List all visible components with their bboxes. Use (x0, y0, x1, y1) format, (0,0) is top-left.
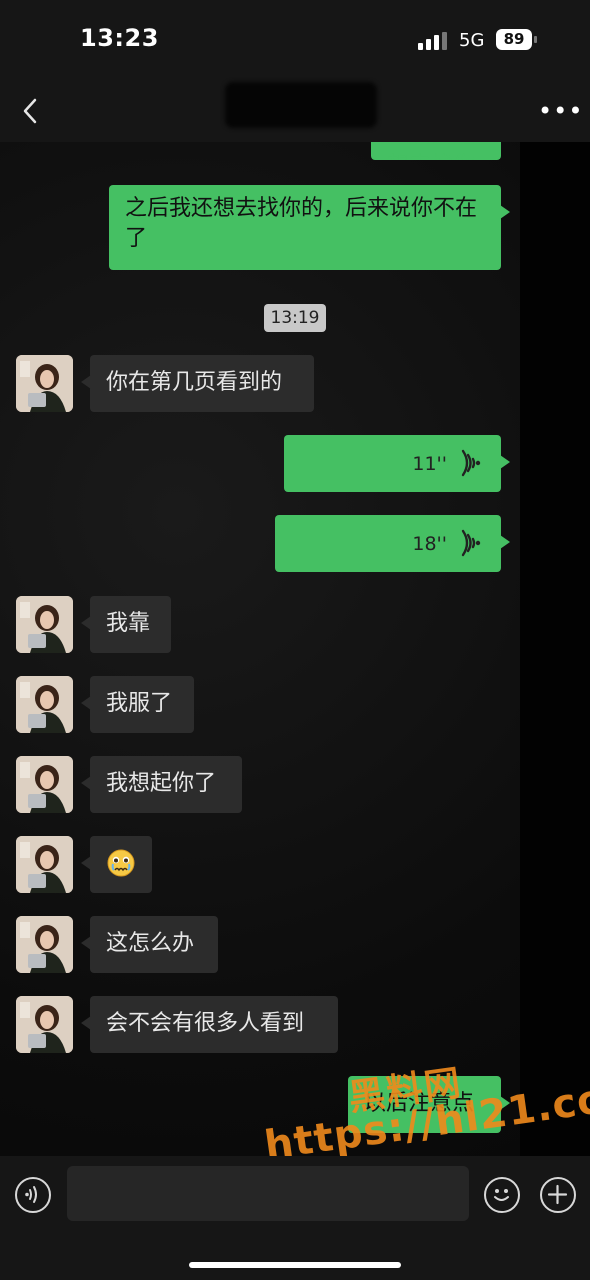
message-text: 我服了 (106, 691, 173, 716)
voice-input-icon[interactable] (15, 1177, 51, 1213)
message-bubble-received[interactable]: 我想起你了 (81, 756, 242, 813)
pleading-face-emoji (107, 849, 135, 877)
message-text: 这怎么办 (106, 931, 195, 956)
avatar-image (16, 996, 73, 1053)
message-list[interactable]: 之后我还想去找你的， 之后我还想去找你的，后来说你不在了 13:19 你在第几页… (0, 142, 590, 1156)
more-dots-icon[interactable]: ••• (538, 99, 583, 123)
avatar-image (16, 756, 73, 813)
message-bubble-received[interactable] (81, 836, 152, 893)
input-bar (0, 1156, 590, 1280)
voice-wave-icon (461, 449, 481, 477)
message-text: 会不会有很多人看到 (106, 1011, 305, 1036)
status-time: 13:23 (80, 24, 159, 52)
avatar-image (16, 836, 73, 893)
battery-tip (534, 36, 537, 43)
message-bubble-sent[interactable]: 之后我还想去找你的，后来说你不在了 (109, 185, 510, 270)
avatar-image (16, 355, 73, 412)
signal-icon (418, 32, 448, 50)
contact-name-redacted (225, 82, 377, 128)
voice-duration: 18'' (412, 533, 447, 555)
network-type: 5G (459, 30, 485, 51)
home-indicator[interactable] (189, 1262, 401, 1268)
battery-indicator: 89 (496, 29, 532, 50)
message-text: 我靠 (106, 611, 151, 636)
avatar[interactable] (16, 355, 73, 412)
message-bubble-received[interactable]: 你在第几页看到的 (81, 355, 314, 412)
message-bubble-received[interactable]: 这怎么办 (81, 916, 218, 973)
message-text: 我想起你了 (106, 771, 217, 796)
voice-message[interactable]: 11'' (284, 435, 510, 492)
message-bubble-received[interactable]: 我靠 (81, 596, 171, 653)
voice-wave-icon (461, 529, 481, 557)
avatar[interactable] (16, 756, 73, 813)
redacted-strip (520, 142, 590, 1156)
message-text: 之后我还想去找你的，后来说你不在了 (125, 196, 478, 251)
time-stamp: 13:19 (264, 304, 326, 332)
avatar[interactable] (16, 836, 73, 893)
plus-glyph (547, 1184, 568, 1205)
avatar-image (16, 916, 73, 973)
message-bubble-received[interactable]: 我服了 (81, 676, 194, 733)
message-bubble-received[interactable]: 会不会有很多人看到 (81, 996, 338, 1053)
avatar[interactable] (16, 676, 73, 733)
chat-header: ••• (0, 80, 590, 142)
avatar-image (16, 596, 73, 653)
plus-icon[interactable] (540, 1177, 576, 1213)
message-input[interactable] (67, 1166, 469, 1221)
message-bubble-sent[interactable]: 之后我还想去找你的， (371, 142, 501, 160)
avatar[interactable] (16, 916, 73, 973)
avatar[interactable] (16, 996, 73, 1053)
avatar[interactable] (16, 596, 73, 653)
emoji-glyph (494, 1189, 509, 1201)
emoji-icon[interactable] (484, 1177, 520, 1213)
status-bar: 13:23 5G 89 (0, 0, 590, 80)
voice-message[interactable]: 18'' (275, 515, 510, 572)
avatar-image (16, 676, 73, 733)
message-text: 之后我还想去找你的， (387, 142, 475, 160)
chevron-left-icon[interactable] (20, 98, 42, 124)
voice-duration: 11'' (412, 453, 447, 475)
voice-input-glyph (25, 1186, 37, 1203)
message-text: 你在第几页看到的 (106, 370, 283, 395)
